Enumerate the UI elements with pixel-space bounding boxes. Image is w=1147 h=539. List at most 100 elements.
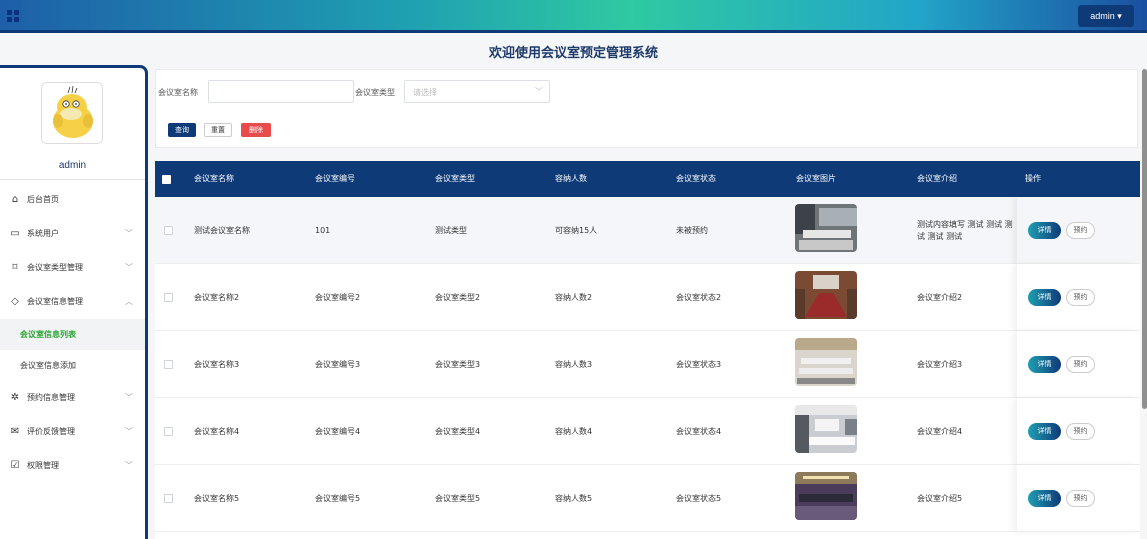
chevron-down-icon: ﹀ [125, 229, 133, 238]
sidebar-item-home[interactable]: ⌂ 后台首页 [0, 183, 145, 217]
book-button[interactable]: 预约 [1066, 222, 1095, 239]
room-photo[interactable] [795, 472, 857, 520]
page-title: 欢迎使用会议室预定管理系统 [488, 45, 658, 60]
top-bar: admin ▾ [0, 0, 1147, 33]
sidebar-item-room-info[interactable]: ◇ 会议室信息管理 ︿ [0, 285, 145, 319]
col-header: 容纳人数 [555, 174, 587, 183]
row-checkbox[interactable] [164, 293, 173, 302]
row-actions: 详情 预约 [1017, 331, 1140, 398]
cell-intro: 测试内容填写 测试 测试 测试 测试 测试 [917, 220, 1013, 241]
select-all-checkbox[interactable] [162, 175, 171, 184]
table-row: 会议室名称3 会议室编号3 会议室类型3 容纳人数3 会议室状态3 会议室介绍3… [155, 331, 1140, 398]
delete-button[interactable]: 删除 [241, 123, 271, 137]
sidebar-item-room-types[interactable]: ⌑ 会议室类型管理 ﹀ [0, 251, 145, 285]
detail-button[interactable]: 详情 [1028, 356, 1061, 373]
col-header: 会议室类型 [435, 174, 475, 183]
chevron-down-icon: ﹀ [125, 393, 133, 402]
cell-type: 测试类型 [435, 226, 467, 235]
room-name-label: 会议室名称 [158, 88, 198, 97]
row-checkbox[interactable] [164, 226, 173, 235]
col-header: 会议室介绍 [917, 174, 957, 183]
home-icon: ⌂ [11, 194, 19, 205]
clipboard-icon: ☑ [10, 460, 20, 471]
row-actions: 详情 预约 [1017, 264, 1140, 331]
sidebar-item-label: 会议室信息列表 [20, 330, 76, 339]
sidebar-item-permissions[interactable]: ☑ 权限管理 ﹀ [0, 449, 145, 483]
row-checkbox[interactable] [164, 427, 173, 436]
sidebar-menu: ⌂ 后台首页 ▭ 系统用户 ﹀ ⌑ 会议室类型管理 ﹀ ◇ 会议室信息管理 ︿ … [0, 183, 145, 483]
room-photo[interactable] [795, 204, 857, 252]
book-button[interactable]: 预约 [1066, 490, 1095, 507]
cell-status: 会议室状态4 [676, 427, 722, 436]
cell-status: 未被预约 [676, 226, 708, 235]
cell-capacity: 容纳人数3 [555, 360, 593, 369]
detail-button[interactable]: 详情 [1028, 423, 1061, 440]
col-header: 会议室状态 [676, 174, 716, 183]
sidebar-username: admin [58, 160, 87, 171]
row-checkbox[interactable] [164, 494, 173, 503]
book-button[interactable]: 预约 [1066, 356, 1095, 373]
table-row: 会议室名称5 会议室编号5 会议室类型5 容纳人数5 会议室状态5 会议室介绍5… [155, 465, 1140, 532]
room-photo[interactable] [795, 405, 857, 453]
room-photo[interactable] [795, 338, 857, 386]
cell-name: 会议室名称3 [194, 360, 240, 369]
chevron-up-icon: ︿ [125, 297, 133, 306]
cell-type: 会议室类型3 [435, 360, 481, 369]
table-row: 测试会议室名称 101 测试类型 可容纳15人 未被预约 测试内容填写 测试 测… [155, 197, 1140, 264]
cell-intro: 会议室介绍3 [917, 360, 963, 369]
cell-code: 会议室编号4 [315, 427, 361, 436]
row-actions: 详情 预约 [1017, 398, 1140, 465]
apps-grid-icon[interactable] [7, 10, 19, 22]
chevron-down-icon: ﹀ [125, 427, 133, 436]
chevron-down-icon: ﹀ [125, 461, 133, 470]
query-button[interactable]: 查询 [168, 123, 196, 137]
bookmark-icon: ⌑ [12, 262, 18, 273]
cell-name: 会议室名称5 [194, 494, 240, 503]
gear-icon: ✲ [10, 392, 20, 403]
sidebar-item-system-users[interactable]: ▭ 系统用户 ﹀ [0, 217, 145, 251]
room-type-select[interactable]: 请选择 ﹀ [404, 80, 550, 103]
table-row: 会议室名称4 会议室编号4 会议室类型4 容纳人数4 会议室状态4 会议室介绍4… [155, 398, 1140, 465]
chevron-down-icon: ﹀ [125, 263, 133, 272]
detail-button[interactable]: 详情 [1028, 289, 1061, 306]
detail-button[interactable]: 详情 [1028, 222, 1061, 239]
sidebar: admin ⌂ 后台首页 ▭ 系统用户 ﹀ ⌑ 会议室类型管理 ﹀ ◇ 会议室信… [0, 65, 148, 539]
detail-button[interactable]: 详情 [1028, 490, 1061, 507]
sidebar-item-label: 会议室信息管理 [27, 297, 83, 306]
user-menu-button[interactable]: admin ▾ [1078, 5, 1134, 27]
reset-button[interactable]: 重置 [204, 123, 232, 137]
cell-code: 101 [315, 226, 331, 235]
room-photo[interactable] [795, 271, 857, 319]
book-button[interactable]: 预约 [1066, 423, 1095, 440]
cell-intro: 会议室介绍5 [917, 494, 963, 503]
sidebar-item-label: 系统用户 [27, 229, 59, 238]
cell-type: 会议室类型2 [435, 293, 481, 302]
cell-status: 会议室状态2 [676, 293, 722, 302]
room-type-label: 会议室类型 [355, 88, 395, 97]
sidebar-subitem-room-add[interactable]: 会议室信息添加 [0, 350, 145, 381]
cell-type: 会议室类型5 [435, 494, 481, 503]
cell-code: 会议室编号5 [315, 494, 361, 503]
chevron-down-icon: ﹀ [535, 87, 543, 96]
cell-code: 会议室编号3 [315, 360, 361, 369]
sidebar-item-label: 评价反馈管理 [27, 427, 75, 436]
duck-avatar-icon [42, 83, 102, 143]
col-header: 会议室图片 [796, 174, 836, 183]
col-header: 会议室名称 [194, 174, 234, 183]
cell-capacity: 容纳人数2 [555, 293, 593, 302]
sidebar-item-reservations[interactable]: ✲ 预约信息管理 ﹀ [0, 381, 145, 415]
book-button[interactable]: 预约 [1066, 289, 1095, 306]
sidebar-item-feedback[interactable]: ✉ 评价反馈管理 ﹀ [0, 415, 145, 449]
sidebar-item-label: 会议室信息添加 [20, 361, 76, 370]
row-checkbox[interactable] [164, 360, 173, 369]
room-name-input[interactable] [208, 80, 354, 103]
tag-icon: ◇ [11, 296, 19, 307]
cell-capacity: 可容纳15人 [555, 226, 598, 235]
search-panel: 会议室名称 会议室类型 请选择 ﹀ 查询 重置 删除 [155, 69, 1138, 148]
room-table: 会议室名称 会议室编号 会议室类型 容纳人数 会议室状态 会议室图片 会议室介绍… [155, 161, 1140, 539]
sidebar-item-label: 权限管理 [27, 461, 59, 470]
cell-type: 会议室类型4 [435, 427, 481, 436]
cell-name: 会议室名称2 [194, 293, 240, 302]
sidebar-subitem-room-list[interactable]: 会议室信息列表 [0, 319, 145, 350]
page-scrollbar[interactable] [1142, 69, 1147, 409]
